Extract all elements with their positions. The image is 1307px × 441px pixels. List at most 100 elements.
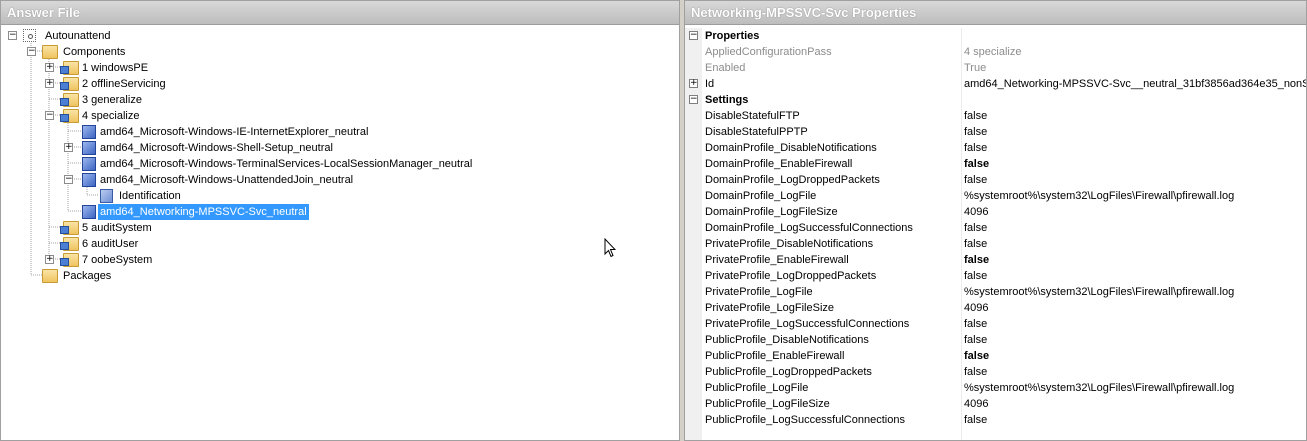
setting-value[interactable]: false <box>964 316 1306 332</box>
property-value: amd64_Networking-MPSSVC-Svc__neutral_31b… <box>964 78 1306 90</box>
expand-toggle-icon[interactable]: + <box>45 63 54 72</box>
config-pass-icon <box>60 237 79 251</box>
setting-row[interactable]: DomainProfile_LogDroppedPackets false <box>685 172 1306 188</box>
collapse-toggle-icon[interactable]: − <box>689 95 698 104</box>
component-icon <box>82 125 96 139</box>
component-icon <box>82 205 96 219</box>
tree-item-ie-component[interactable]: amd64_Microsoft-Windows-IE-InternetExplo… <box>1 124 601 140</box>
collapse-toggle-icon[interactable]: − <box>8 31 17 40</box>
setting-value[interactable]: %systemroot%\system32\LogFiles\Firewall\… <box>964 284 1306 300</box>
setting-row[interactable]: DomainProfile_LogFileSize 4096 <box>685 204 1306 220</box>
category-label: Properties <box>705 30 760 42</box>
setting-name: PrivateProfile_DisableNotifications <box>705 238 874 250</box>
property-name: Enabled <box>705 62 746 74</box>
category-label: Settings <box>705 94 749 106</box>
setting-value[interactable]: false <box>964 236 1306 252</box>
setting-row[interactable]: PrivateProfile_LogFile %systemroot%\syste… <box>685 284 1306 300</box>
expand-toggle-icon[interactable]: + <box>45 79 54 88</box>
tree-item-identification[interactable]: Identification <box>1 188 401 204</box>
tree-item-offlineservicing[interactable]: + 2 offlineServicing <box>1 76 401 92</box>
tree-item-generalize[interactable]: 3 generalize <box>1 92 401 108</box>
category-settings[interactable]: − Settings <box>685 92 1306 108</box>
setting-row[interactable]: PublicProfile_LogFileSize 4096 <box>685 396 1306 412</box>
collapse-toggle-icon[interactable]: − <box>689 31 698 40</box>
setting-row[interactable]: PublicProfile_LogSuccessfulConnections fa… <box>685 412 1306 428</box>
tree-item-label: Components <box>63 46 126 58</box>
tree-item-packages[interactable]: Packages <box>1 268 401 284</box>
tree-item-label: amd64_Microsoft-Windows-IE-InternetExplo… <box>100 126 369 138</box>
expand-toggle-icon[interactable]: + <box>689 79 698 88</box>
tree-item-oobesystem[interactable]: + 7 oobeSystem <box>1 252 401 268</box>
setting-row[interactable]: DisableStatefulPPTP false <box>685 124 1306 140</box>
setting-name: PublicProfile_DisableNotifications <box>705 334 869 346</box>
setting-name: DisableStatefulPPTP <box>705 126 808 138</box>
setting-row[interactable]: PrivateProfile_LogDroppedPackets false <box>685 268 1306 284</box>
tree-item-components[interactable]: − Components <box>1 44 401 60</box>
setting-value[interactable]: false <box>964 268 1306 284</box>
setting-value[interactable]: 4096 <box>964 300 1306 316</box>
setting-row[interactable]: DomainProfile_EnableFirewall false <box>685 156 1306 172</box>
collapse-toggle-icon[interactable]: − <box>64 175 73 184</box>
tree-item-label: 4 specialize <box>82 110 140 122</box>
setting-name: PrivateProfile_LogDroppedPackets <box>705 270 877 282</box>
setting-value[interactable]: false <box>964 140 1306 156</box>
property-row[interactable]: + Id amd64_Networking-MPSSVC-Svc__neutra… <box>685 76 1306 92</box>
tree-item-unattendedjoin-component[interactable]: − amd64_Microsoft-Windows-UnattendedJoin… <box>1 172 601 188</box>
tree-item-label: Identification <box>119 190 181 202</box>
setting-row[interactable]: DomainProfile_DisableNotifications false <box>685 140 1306 156</box>
tree-item-windowspe[interactable]: + 1 windowsPE <box>1 60 401 76</box>
property-row[interactable]: AppliedConfigurationPass 4 specialize <box>685 44 1306 60</box>
setting-value[interactable]: false <box>964 332 1306 348</box>
collapse-toggle-icon[interactable]: − <box>27 47 36 56</box>
setting-name: DisableStatefulFTP <box>705 110 800 122</box>
setting-row[interactable]: PrivateProfile_DisableNotifications false <box>685 236 1306 252</box>
setting-value[interactable]: 4096 <box>964 204 1306 220</box>
setting-value[interactable]: false <box>964 156 1306 172</box>
setting-row[interactable]: PublicProfile_LogFile %systemroot%\system… <box>685 380 1306 396</box>
setting-row[interactable]: PrivateProfile_EnableFirewall false <box>685 252 1306 268</box>
setting-value[interactable]: 4096 <box>964 396 1306 412</box>
collapse-toggle-icon[interactable]: − <box>45 111 54 120</box>
setting-row[interactable]: PublicProfile_DisableNotifications false <box>685 332 1306 348</box>
tree-item-label: 5 auditSystem <box>82 222 152 234</box>
answer-file-tree: − Autounattend − Components + 1 windowsP… <box>1 28 679 440</box>
setting-value[interactable]: false <box>964 172 1306 188</box>
tree-item-label: 2 offlineServicing <box>82 78 166 90</box>
setting-row[interactable]: PrivateProfile_LogSuccessfulConnections f… <box>685 316 1306 332</box>
setting-row[interactable]: PublicProfile_LogDroppedPackets false <box>685 364 1306 380</box>
tree-item-autounattend[interactable]: − Autounattend <box>1 28 401 44</box>
tree-item-specialize[interactable]: − 4 specialize <box>1 108 401 124</box>
setting-value[interactable]: false <box>964 220 1306 236</box>
tree-item-auditsystem[interactable]: 5 auditSystem <box>1 220 401 236</box>
setting-name: PublicProfile_EnableFirewall <box>705 350 845 362</box>
config-pass-icon <box>60 221 79 235</box>
property-row[interactable]: Enabled True <box>685 60 1306 76</box>
properties-pane-title: Networking-MPSSVC-Svc Properties <box>685 1 1306 25</box>
setting-value[interactable]: false <box>964 364 1306 380</box>
setting-name: PublicProfile_LogFile <box>705 382 809 394</box>
setting-value[interactable]: %systemroot%\system32\LogFiles\Firewall\… <box>964 188 1306 204</box>
tree-item-label: Autounattend <box>45 30 111 42</box>
tree-item-shell-setup-component[interactable]: + amd64_Microsoft-Windows-Shell-Setup_ne… <box>1 140 601 156</box>
setting-value[interactable]: false <box>964 348 1306 364</box>
tree-item-audituser[interactable]: 6 auditUser <box>1 236 401 252</box>
setting-row[interactable]: PublicProfile_EnableFirewall false <box>685 348 1306 364</box>
expand-toggle-icon[interactable]: + <box>45 255 54 264</box>
category-properties[interactable]: − Properties <box>685 28 1306 44</box>
property-value: 4 specialize <box>964 46 1022 58</box>
setting-value[interactable]: %systemroot%\system32\LogFiles\Firewall\… <box>964 380 1306 396</box>
config-pass-icon <box>60 93 79 107</box>
setting-value[interactable]: false <box>964 412 1306 428</box>
property-name: AppliedConfigurationPass <box>705 46 832 58</box>
setting-name: DomainProfile_LogFileSize <box>705 206 838 218</box>
setting-value[interactable]: false <box>964 108 1306 124</box>
setting-row[interactable]: DomainProfile_LogSuccessfulConnections fa… <box>685 220 1306 236</box>
expand-toggle-icon[interactable]: + <box>64 143 73 152</box>
tree-item-terminalservices-component[interactable]: amd64_Microsoft-Windows-TerminalServices… <box>1 156 601 172</box>
setting-value[interactable]: false <box>964 252 1306 268</box>
setting-value[interactable]: false <box>964 124 1306 140</box>
setting-row[interactable]: PrivateProfile_LogFileSize 4096 <box>685 300 1306 316</box>
setting-row[interactable]: DomainProfile_LogFile %systemroot%\system… <box>685 188 1306 204</box>
setting-row[interactable]: DisableStatefulFTP false <box>685 108 1306 124</box>
tree-item-networking-mpssvc-component[interactable]: amd64_Networking-MPSSVC-Svc_neutral <box>1 204 601 220</box>
